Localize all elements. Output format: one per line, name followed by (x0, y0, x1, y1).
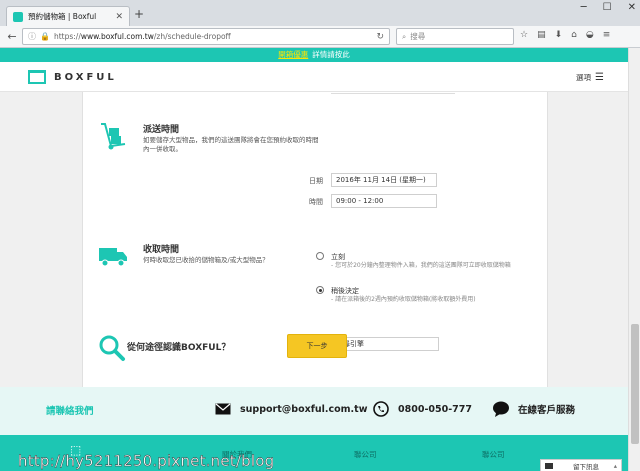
referral-select[interactable]: 搜尋引擎 (331, 337, 439, 351)
footer-col-partner[interactable]: 聯公司 (482, 449, 505, 460)
pocket-icon[interactable]: ◒ (586, 30, 594, 40)
search-placeholder: 搜尋 (410, 32, 426, 41)
contact-bar: 請聯絡我們 support@boxful.com.tw 0800-050-777… (0, 387, 628, 435)
boxful-favicon-icon (13, 11, 23, 22)
hamburger-menu-icon[interactable]: ≡ (603, 30, 611, 40)
url-host: www.boxful.com.tw (80, 32, 154, 41)
url-text: https://www.boxful.com.tw/zh/schedule-dr… (54, 32, 376, 41)
referral-title: 從何途徑認識BOXFUL？ (127, 343, 231, 353)
tab-close-icon[interactable]: ✕ (115, 12, 123, 22)
menu-label: 選項 (576, 73, 592, 82)
menu-toggle[interactable]: 選項 ☰ (576, 72, 604, 83)
pickup-description: 何時收取您已收拾的儲物箱及/或大型物品？ (143, 256, 269, 264)
delivery-truck-icon (99, 248, 127, 267)
window-close-icon[interactable]: ✕ (628, 2, 636, 13)
contact-chat[interactable]: 在線客戶服務 (492, 401, 575, 417)
search-icon: ⌕ (402, 31, 407, 41)
page-viewport: 開箱優惠 詳情請按此 BOXFUL 選項 ☰ 派送時間 如要儲存大型物品，我們的這… (0, 48, 628, 471)
contact-title: 請聯絡我們 (46, 406, 94, 417)
tab-title: 預約儲物箱 | Boxful (28, 12, 97, 21)
promo-text[interactable]: 詳情請按此 (312, 50, 350, 59)
search-bar[interactable]: ⌕ 搜尋 (396, 28, 514, 45)
url-path: /zh/schedule-dropoff (153, 32, 231, 41)
promo-link[interactable]: 開箱優惠 (278, 50, 308, 59)
bookmark-star-icon[interactable]: ☆ (520, 30, 528, 40)
download-icon[interactable]: ⬇ (555, 30, 563, 40)
info-icon[interactable]: ⓘ (28, 31, 36, 42)
scrollbar-thumb[interactable] (631, 324, 639, 444)
browser-tab[interactable]: 預約儲物箱 | Boxful ✕ (6, 6, 130, 26)
minimize-icon[interactable]: ─ (581, 2, 587, 13)
pickup-now-note: - 您可於20分鐘內整理物件入箱，我們的這送團隊可立即收取儲物箱 (331, 262, 511, 269)
date-label: 日期 (309, 177, 323, 185)
back-icon[interactable]: ← (4, 30, 20, 43)
home-icon[interactable]: ⌂ (571, 30, 577, 40)
pickup-now-radio[interactable] (316, 252, 324, 260)
lock-icon: 🔒 (40, 32, 50, 41)
site-logo[interactable]: BOXFUL (28, 70, 117, 84)
toolbar-icons: ☆ ▤ ⬇ ⌂ ◒ ≡ (520, 30, 610, 40)
box-logo-icon (28, 70, 46, 84)
delivery-description: 如要儲存大型物品，我們的這送團隊將會在您預約收取的時間內一併收取。 (143, 136, 319, 153)
browser-navbar: ← ⓘ 🔒 https://www.boxful.com.tw/zh/sched… (0, 26, 640, 48)
contact-chat-text: 在線客戶服務 (518, 405, 576, 416)
maximize-icon[interactable]: ☐ (603, 2, 612, 13)
browser-tabbar: 預約儲物箱 | Boxful ✕ + ─ ☐ ✕ (0, 0, 640, 26)
pickup-later-label[interactable]: 稍後決定 (331, 286, 359, 296)
promo-banner: 開箱優惠 詳情請按此 (0, 48, 628, 62)
booking-form-card: 派送時間 如要儲存大型物品，我們的這送團隊將會在您預約收取的時間內一併收取。 日… (82, 92, 548, 387)
contact-email-text: support@boxful.com.tw (240, 403, 368, 415)
pickup-title: 收取時間 (143, 245, 180, 255)
blog-watermark: http://hy5211250.pixnet.net/blog (18, 452, 275, 470)
contact-phone-text: 0800-050-777 (398, 403, 472, 415)
next-step-button[interactable]: 下一步 (287, 334, 347, 358)
magnifier-icon (99, 335, 125, 361)
chat-widget-expand-icon[interactable]: ▴ (614, 462, 617, 470)
contact-phone[interactable]: 0800-050-777 (372, 401, 472, 417)
pickup-later-note: - 請在派箱後的2週內預約收取儲物箱(將收取額外費用) (331, 296, 476, 303)
envelope-icon (214, 401, 232, 417)
reload-icon[interactable]: ↻ (376, 32, 384, 42)
delivery-title: 派送時間 (143, 125, 180, 135)
time-label: 時間 (309, 198, 323, 206)
phone-icon (372, 401, 390, 417)
pickup-later-radio[interactable] (316, 286, 324, 294)
hand-truck-icon (101, 123, 126, 150)
window-controls: ─ ☐ ✕ (581, 2, 636, 13)
footer-col-company[interactable]: 聯公司 (354, 449, 377, 460)
message-icon (545, 463, 553, 469)
page-scrollbar[interactable] (628, 48, 640, 471)
logo-text: BOXFUL (54, 71, 117, 83)
reading-list-icon[interactable]: ▤ (537, 30, 546, 40)
hamburger-icon: ☰ (595, 72, 604, 83)
new-tab-icon[interactable]: + (134, 7, 144, 21)
site-header: BOXFUL 選項 ☰ (0, 62, 628, 92)
contact-email[interactable]: support@boxful.com.tw (214, 401, 367, 417)
url-bar[interactable]: ⓘ 🔒 https://www.boxful.com.tw/zh/schedul… (22, 28, 390, 45)
url-prefix: https:// (53, 32, 81, 41)
time-input[interactable]: 09:00 - 12:00 (331, 194, 437, 208)
previous-field-edge (331, 92, 455, 94)
pickup-now-label[interactable]: 立刻 (331, 252, 345, 262)
chat-widget-label: 留下訊息 (573, 463, 599, 471)
date-input[interactable]: 2016年 11月 14日 (星期一) (331, 173, 437, 187)
chat-widget[interactable]: 留下訊息 ▴ (540, 459, 622, 471)
chat-bubble-icon (492, 401, 510, 417)
